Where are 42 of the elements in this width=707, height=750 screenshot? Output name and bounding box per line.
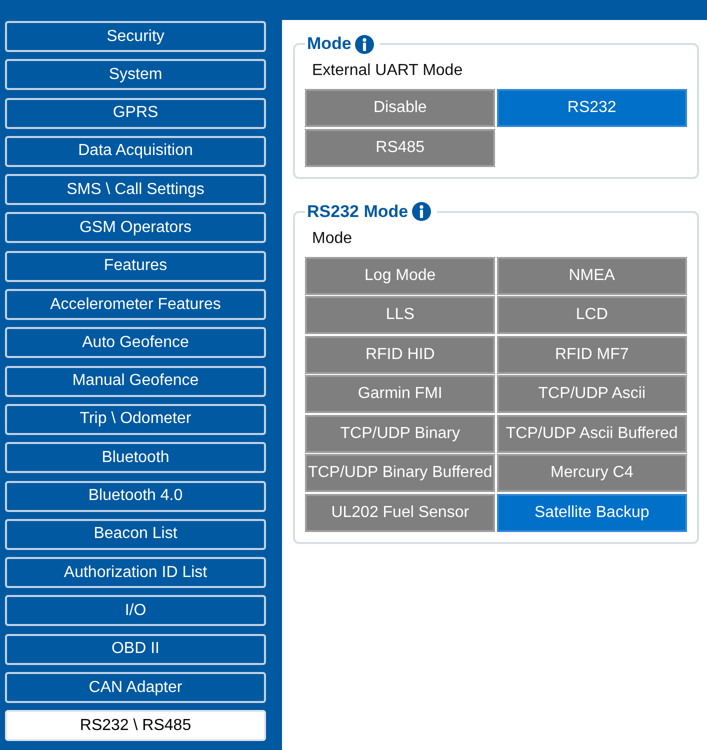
sidebar-item[interactable]: Features (5, 250, 266, 282)
sidebar-item[interactable]: OBD II (5, 634, 266, 665)
sidebar-item[interactable]: Data Acquisition (5, 136, 266, 167)
sidebar-item[interactable]: SMS \ Call Settings (5, 174, 266, 206)
option-button[interactable]: RFID HID (305, 336, 496, 374)
option-button[interactable]: NMEA (496, 256, 687, 294)
field-label: External UART Mode (312, 62, 463, 79)
option-button[interactable]: Disable (305, 89, 496, 127)
sidebar-item[interactable]: Auto Geofence (5, 327, 266, 358)
option-button[interactable]: TCP/UDP Ascii (496, 375, 687, 413)
sidebar-item[interactable]: GSM Operators (5, 212, 266, 244)
sidebar-item[interactable]: I/O (5, 595, 266, 626)
option-button[interactable]: Mercury C4 (496, 454, 687, 492)
option-button[interactable]: TCP/UDP Ascii Buffered (496, 414, 687, 452)
panel-title: RS232 Mode (307, 200, 408, 222)
option-button[interactable]: RS232 (496, 89, 687, 127)
sidebar-item[interactable]: Bluetooth (5, 442, 266, 474)
sidebar-item[interactable]: Trip \ Odometer (5, 404, 266, 435)
sidebar-item[interactable]: Security (5, 21, 266, 52)
option-button[interactable]: TCP/UDP Binary (305, 414, 496, 452)
panel-title: Mode (307, 33, 352, 55)
option-button[interactable]: Garmin FMI (305, 375, 496, 413)
sidebar-item[interactable]: Authorization ID List (5, 557, 266, 588)
option-button[interactable]: Log Mode (305, 256, 496, 294)
sidebar-item[interactable]: Manual Geofence (5, 366, 266, 397)
sidebar-item[interactable]: RS232 \ RS485 (5, 710, 266, 742)
option-button[interactable]: RS485 (305, 128, 496, 166)
sidebar-item[interactable]: Accelerometer Features (5, 289, 266, 320)
sidebar-item[interactable]: System (5, 59, 266, 90)
sidebar-item[interactable]: GPRS (5, 98, 266, 129)
sidebar-item[interactable]: Beacon List (5, 518, 266, 550)
option-button[interactable]: TCP/UDP Binary Buffered (305, 454, 496, 492)
field-label: Mode (312, 230, 352, 246)
sidebar-item[interactable]: Bluetooth 4.0 (5, 480, 266, 512)
option-button[interactable]: LCD (496, 296, 687, 334)
option-button[interactable]: UL202 Fuel Sensor (305, 494, 496, 532)
option-button[interactable]: LLS (305, 296, 496, 334)
option-button[interactable]: RFID MF7 (496, 336, 687, 374)
option-button[interactable]: Satellite Backup (496, 494, 687, 532)
sidebar-item[interactable]: CAN Adapter (5, 672, 266, 704)
info-icon[interactable] (412, 202, 432, 221)
info-icon[interactable] (355, 34, 374, 54)
